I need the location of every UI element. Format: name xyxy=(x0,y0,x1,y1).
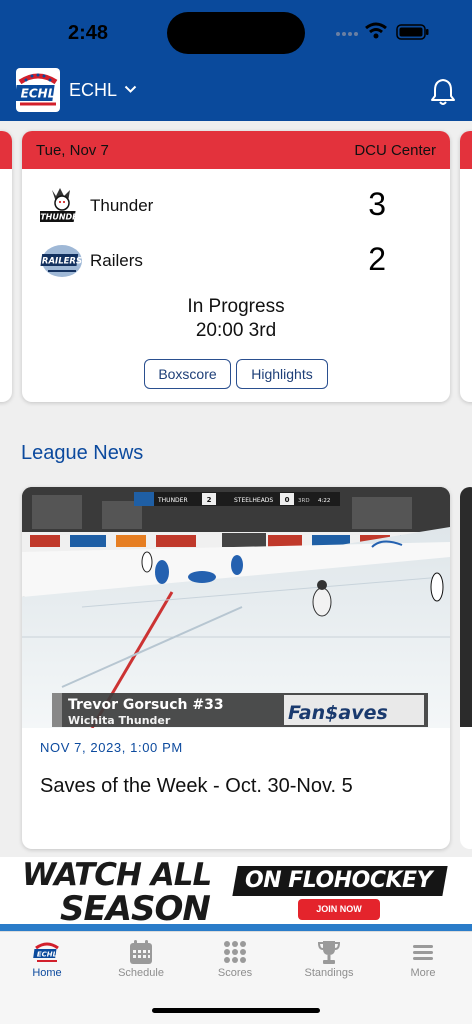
trophy-icon xyxy=(317,941,341,964)
ad-headline-line2: SEASON xyxy=(60,889,211,929)
dynamic-island xyxy=(167,12,305,54)
svg-text:Wichita Thunder: Wichita Thunder xyxy=(68,714,171,727)
thunder-logo-icon: THUNDER xyxy=(40,188,84,222)
scorebug: THUNDER 2 STEELHEADS 0 3RD 4:22 xyxy=(134,492,340,506)
svg-text:RAILERS: RAILERS xyxy=(42,257,82,267)
tab-more[interactable]: More xyxy=(376,938,470,979)
next-news-card[interactable] xyxy=(460,487,472,849)
ad-stripe xyxy=(0,924,472,931)
lower-third: Trevor Gorsuch #33 Wichita Thunder Fan$a… xyxy=(52,693,428,727)
wifi-icon xyxy=(365,22,387,39)
tab-scores[interactable]: Scores xyxy=(188,938,282,979)
home-logo-icon: ECHL xyxy=(33,942,59,962)
game-score-card[interactable]: Tue, Nov 7 DCU Center THUNDER Thunder 3 … xyxy=(22,131,450,402)
game-clock: 20:00 3rd xyxy=(195,320,277,341)
chevron-down-icon[interactable] xyxy=(124,85,137,94)
ad-join-button[interactable]: JOIN NOW xyxy=(298,899,380,920)
news-card[interactable]: THUNDER 2 STEELHEADS 0 3RD 4:22 Trevor G… xyxy=(22,487,450,849)
tab-standings-label: Standings xyxy=(304,967,354,979)
tab-scores-label: Scores xyxy=(217,967,253,979)
svg-text:2: 2 xyxy=(207,496,212,504)
bell-icon[interactable] xyxy=(430,78,456,106)
previous-game-card[interactable] xyxy=(0,131,12,402)
echl-logo-icon: ECHL xyxy=(14,73,58,106)
news-date: NOV 7, 2023, 1:00 PM xyxy=(40,740,183,755)
tab-schedule-label: Schedule xyxy=(118,967,164,979)
status-bar: 2:48 xyxy=(0,0,472,62)
svg-text:4:22: 4:22 xyxy=(318,498,330,504)
menu-icon xyxy=(413,945,433,960)
signal-icon xyxy=(336,32,358,36)
tab-home[interactable]: ECHL Home xyxy=(0,938,94,979)
highlights-button[interactable]: Highlights xyxy=(236,359,328,389)
league-selector[interactable]: ECHL xyxy=(69,80,117,101)
away-team-score: 2 xyxy=(368,241,386,277)
boxscore-button[interactable]: Boxscore xyxy=(144,359,231,389)
svg-text:0: 0 xyxy=(285,496,290,504)
home-team-score: 3 xyxy=(368,186,386,222)
status-time: 2:48 xyxy=(68,22,109,44)
svg-text:Fan$aves: Fan$aves xyxy=(288,702,388,724)
game-venue: DCU Center xyxy=(354,142,436,159)
home-indicator xyxy=(152,1008,320,1013)
news-thumbnail[interactable]: THUNDER 2 STEELHEADS 0 3RD 4:22 Trevor G… xyxy=(22,487,450,728)
tab-more-label: More xyxy=(410,967,436,979)
svg-text:STEELHEADS: STEELHEADS xyxy=(234,497,273,504)
tab-standings[interactable]: Standings xyxy=(282,938,376,979)
grid-dots-icon xyxy=(224,941,246,963)
battery-icon xyxy=(396,24,429,40)
game-card-header: Tue, Nov 7 DCU Center xyxy=(22,131,450,169)
ad-headline-line1: WATCH ALL xyxy=(22,857,212,893)
svg-text:ECHL: ECHL xyxy=(37,951,57,959)
news-title[interactable]: Saves of the Week - Oct. 30-Nov. 5 xyxy=(40,775,353,798)
league-news-heading: League News xyxy=(21,442,144,464)
team-row-away: RAILERS Railers 2 xyxy=(22,239,450,283)
railers-logo-icon: RAILERS xyxy=(40,245,82,277)
home-team-name: Thunder xyxy=(90,196,154,215)
hockey-video-thumbnail: THUNDER 2 STEELHEADS 0 3RD 4:22 Trevor G… xyxy=(22,487,450,728)
game-status: In Progress xyxy=(187,296,285,317)
ad-brand: ON FLOHOCKEY xyxy=(245,868,433,893)
svg-text:3RD: 3RD xyxy=(298,498,310,504)
svg-text:THUNDER: THUNDER xyxy=(157,497,188,504)
svg-text:Trevor Gorsuch #33: Trevor Gorsuch #33 xyxy=(68,697,224,713)
svg-text:ECHL: ECHL xyxy=(21,87,56,101)
next-game-card[interactable] xyxy=(460,131,472,402)
app-header: 2:48 ECHL ECHL xyxy=(0,0,472,121)
svg-text:THUNDER: THUNDER xyxy=(40,213,84,222)
tab-schedule[interactable]: Schedule xyxy=(94,938,188,979)
echl-logo[interactable]: ECHL xyxy=(14,68,60,112)
game-date: Tue, Nov 7 xyxy=(36,142,109,159)
tab-home-label: Home xyxy=(32,967,62,979)
team-row-home: THUNDER Thunder 3 xyxy=(22,184,450,228)
away-team-name: Railers xyxy=(90,251,143,270)
calendar-icon xyxy=(130,940,152,964)
